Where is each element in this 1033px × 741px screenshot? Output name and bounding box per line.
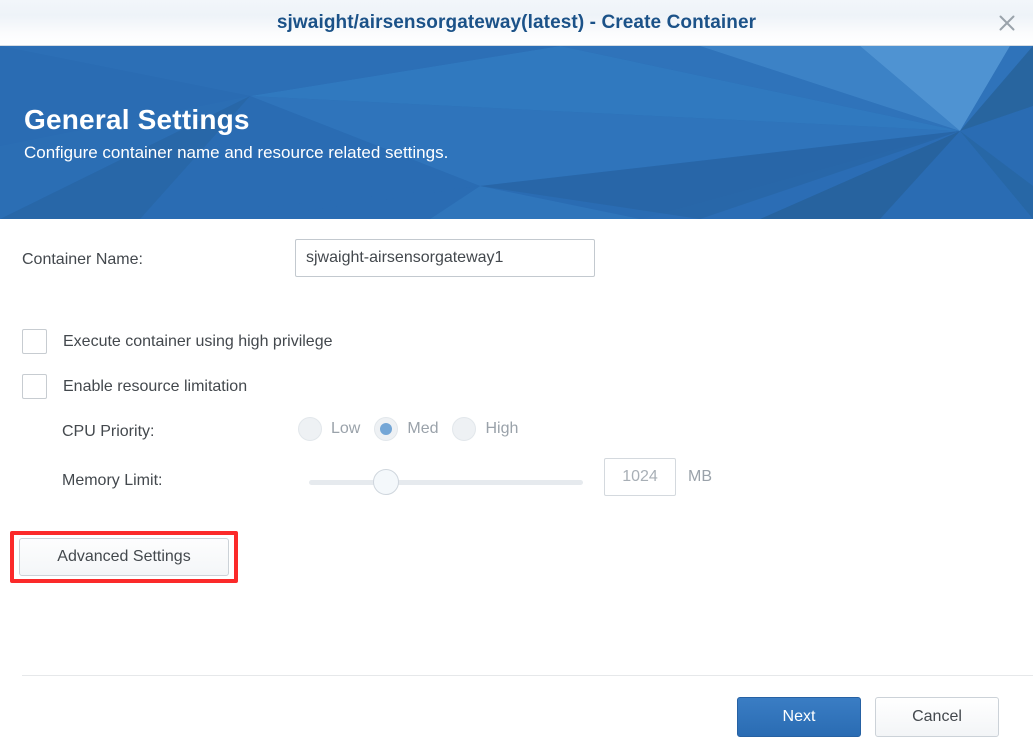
create-container-dialog: sjwaight/airsensorgateway(latest) - Crea… (0, 0, 1033, 741)
radio-high-icon[interactable] (452, 417, 477, 441)
radio-low-label: Low (331, 420, 361, 437)
slider-track[interactable] (309, 480, 583, 485)
radio-med-icon[interactable] (374, 417, 399, 441)
memory-limit-input[interactable] (604, 458, 676, 496)
close-icon[interactable] (989, 5, 1025, 41)
cpu-priority-radio-group: Low Med High (298, 417, 532, 441)
high-privilege-checkbox[interactable] (22, 329, 47, 354)
cpu-priority-option-low[interactable]: Low (298, 417, 360, 441)
dialog-titlebar: sjwaight/airsensorgateway(latest) - Crea… (0, 0, 1033, 46)
cpu-priority-label: CPU Priority: (62, 423, 155, 440)
slider-handle[interactable] (373, 469, 399, 495)
radio-med-label: Med (407, 420, 439, 437)
memory-limit-unit: MB (688, 468, 712, 485)
cancel-button[interactable]: Cancel (875, 697, 999, 737)
resource-limitation-label: Enable resource limitation (63, 377, 248, 395)
container-name-label: Container Name: (22, 251, 143, 268)
radio-high-label: High (485, 420, 519, 437)
radio-low-icon[interactable] (298, 417, 322, 441)
dialog-banner: General Settings Configure container nam… (0, 46, 1033, 219)
resource-limitation-checkbox[interactable] (22, 374, 47, 399)
memory-limit-slider[interactable] (309, 469, 583, 495)
advanced-settings-button[interactable]: Advanced Settings (19, 538, 229, 576)
banner-subheading: Configure container name and resource re… (24, 143, 449, 162)
container-name-input[interactable] (295, 239, 595, 277)
high-privilege-label: Execute container using high privilege (63, 332, 333, 350)
high-privilege-row[interactable]: Execute container using high privilege (22, 329, 333, 354)
cpu-priority-option-med[interactable]: Med (374, 417, 438, 441)
next-button[interactable]: Next (737, 697, 861, 737)
dialog-body: Container Name: Execute container using … (0, 219, 1033, 675)
banner-heading: General Settings (24, 104, 250, 135)
cpu-priority-option-high[interactable]: High (452, 417, 518, 441)
memory-limit-label: Memory Limit: (62, 472, 163, 489)
dialog-footer: Next Cancel (0, 676, 1033, 741)
resource-limitation-row[interactable]: Enable resource limitation (22, 374, 247, 399)
dialog-title: sjwaight/airsensorgateway(latest) - Crea… (276, 12, 757, 33)
